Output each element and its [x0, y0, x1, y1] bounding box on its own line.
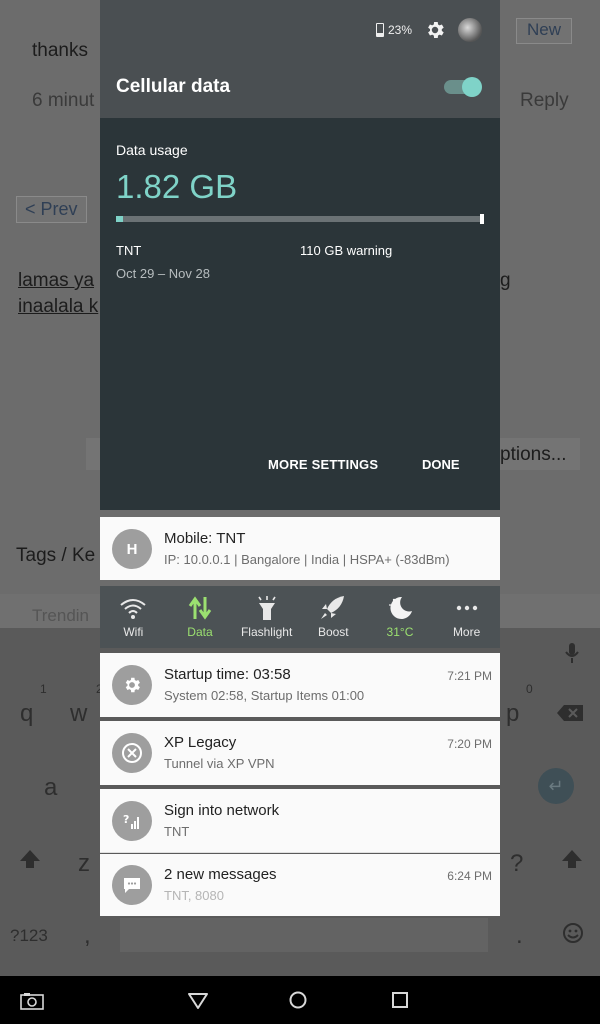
tile-label: More — [452, 625, 481, 639]
bg-reply-link: Reply — [520, 90, 569, 111]
notification-subtitle: IP: 10.0.0.1 | Bangalore | India | HSPA+… — [164, 552, 450, 567]
status-row: 23% — [375, 16, 482, 44]
tile-wifi[interactable]: Wifi — [100, 586, 167, 648]
more-settings-button[interactable]: MORE SETTINGS — [268, 457, 378, 472]
key-question: ? — [510, 850, 524, 877]
xp-legacy-notification[interactable]: XP Legacy Tunnel via XP VPN 7:20 PM — [100, 721, 500, 785]
backspace-icon — [557, 705, 583, 721]
key-symbols: ?123 — [10, 926, 48, 945]
notification-title: 2 new messages — [164, 866, 277, 883]
mic-icon — [565, 643, 579, 663]
wifi-icon — [120, 599, 146, 619]
gear-icon — [112, 665, 152, 705]
done-button[interactable]: DONE — [422, 457, 460, 472]
flashlight-icon — [257, 596, 276, 620]
notification-subtitle: TNT, 8080 — [164, 888, 224, 903]
moon-icon — [389, 596, 412, 619]
battery-icon — [375, 23, 384, 37]
data-usage-label: Data usage — [116, 142, 188, 158]
more-dots-icon — [456, 605, 477, 611]
toggle-thumb — [462, 77, 482, 97]
notification-subtitle: System 02:58, Startup Items 01:00 — [164, 688, 365, 703]
vpn-icon — [112, 733, 152, 773]
startup-time-notification[interactable]: Startup time: 03:58 System 02:58, Startu… — [100, 653, 500, 717]
bg-tags-text: Tags / Ke — [16, 545, 96, 566]
shift-left-icon — [20, 850, 40, 868]
bg-time-ago: 6 minut — [32, 90, 95, 111]
gear-icon[interactable] — [424, 19, 446, 41]
tile-label: Flashlight — [240, 625, 293, 639]
data-arrows-icon — [188, 596, 212, 620]
key-p: p — [506, 700, 520, 727]
tile-temperature[interactable]: 31°C — [367, 586, 434, 648]
billing-period: Oct 29 – Nov 28 — [116, 266, 210, 281]
bg-thanks-text: thanks — [32, 40, 88, 61]
warning-limit: 110 GB warning — [300, 243, 393, 258]
bg-line2a: inaalala k — [18, 296, 99, 317]
carrier-name: TNT — [116, 243, 142, 258]
notification-title: Sign into network — [164, 802, 280, 819]
tile-label: Wifi — [123, 625, 144, 639]
rocket-icon — [321, 596, 345, 619]
h-network-icon: H — [112, 529, 152, 569]
key-z: z — [78, 850, 90, 877]
home-icon[interactable] — [286, 988, 310, 1012]
emoji-icon — [563, 923, 583, 943]
data-usage-panel: Data usage 1.82 GB TNT 110 GB warning Oc… — [100, 118, 500, 510]
data-usage-value: 1.82 GB — [116, 168, 238, 205]
notification-subtitle: TNT — [164, 824, 190, 839]
notification-title: Startup time: 03:58 — [164, 666, 291, 683]
data-warning-marker — [480, 214, 484, 224]
cellular-data-title: Cellular data — [116, 76, 231, 97]
bg-trending-text: Trendin — [32, 606, 90, 625]
notification-time: 7:21 PM — [447, 669, 492, 683]
key-w: w — [70, 700, 88, 727]
navigation-bar — [0, 976, 600, 1024]
mobile-network-notification[interactable]: H Mobile: TNT IP: 10.0.0.1 | Bangalore |… — [100, 517, 500, 580]
notification-title: XP Legacy — [164, 734, 237, 751]
notification-title: Mobile: TNT — [164, 530, 246, 547]
notification-time: 6:24 PM — [447, 869, 492, 883]
tile-data[interactable]: Data — [167, 586, 234, 648]
signal-question-icon: ? — [112, 801, 152, 841]
bg-line1a: lamas ya — [18, 270, 95, 291]
message-icon — [112, 865, 152, 905]
notification-time: 7:20 PM — [447, 737, 492, 751]
data-usage-fill — [116, 216, 123, 222]
key-period: . — [516, 922, 523, 949]
bg-new-button: New — [516, 18, 573, 44]
tile-label: 31°C — [386, 625, 414, 639]
key-space — [120, 918, 488, 952]
tile-label: Data — [187, 625, 213, 639]
bg-options-text: ptions... — [500, 444, 567, 465]
bg-line1b: g — [500, 270, 511, 291]
tile-label: Boost — [317, 625, 349, 639]
data-usage-bar — [116, 214, 484, 224]
key-q: q — [20, 700, 34, 727]
battery-percent: 23% — [387, 23, 412, 37]
svg-text:?: ? — [123, 813, 129, 826]
battery-indicator: 23% — [375, 23, 412, 37]
tile-flashlight[interactable]: Flashlight — [233, 586, 300, 648]
back-icon[interactable] — [186, 988, 210, 1012]
avatar[interactable] — [458, 18, 482, 42]
new-messages-notification[interactable]: 2 new messages TNT, 8080 6:24 PM — [100, 854, 500, 916]
key-a: a — [44, 774, 58, 801]
sign-into-network-notification[interactable]: ? Sign into network TNT — [100, 789, 500, 853]
screenshot-icon[interactable] — [20, 992, 44, 1010]
key-comma: , — [84, 922, 91, 949]
shift-right-icon — [562, 850, 582, 868]
quick-tiles: Wifi Data Flashlight Boost 31°C More — [100, 586, 500, 648]
shade-header: 23% Cellular data — [100, 0, 500, 118]
bg-prev-button: < Prev — [16, 196, 87, 223]
key-num-0: 0 — [526, 682, 533, 696]
tile-more[interactable]: More — [433, 586, 500, 648]
notification-subtitle: Tunnel via XP VPN — [164, 756, 275, 771]
key-num-1: 1 — [40, 682, 47, 696]
enter-icon: ↵ — [538, 768, 574, 804]
cellular-data-toggle[interactable] — [444, 77, 482, 97]
recents-icon[interactable] — [388, 988, 412, 1012]
tile-boost[interactable]: Boost — [300, 586, 367, 648]
